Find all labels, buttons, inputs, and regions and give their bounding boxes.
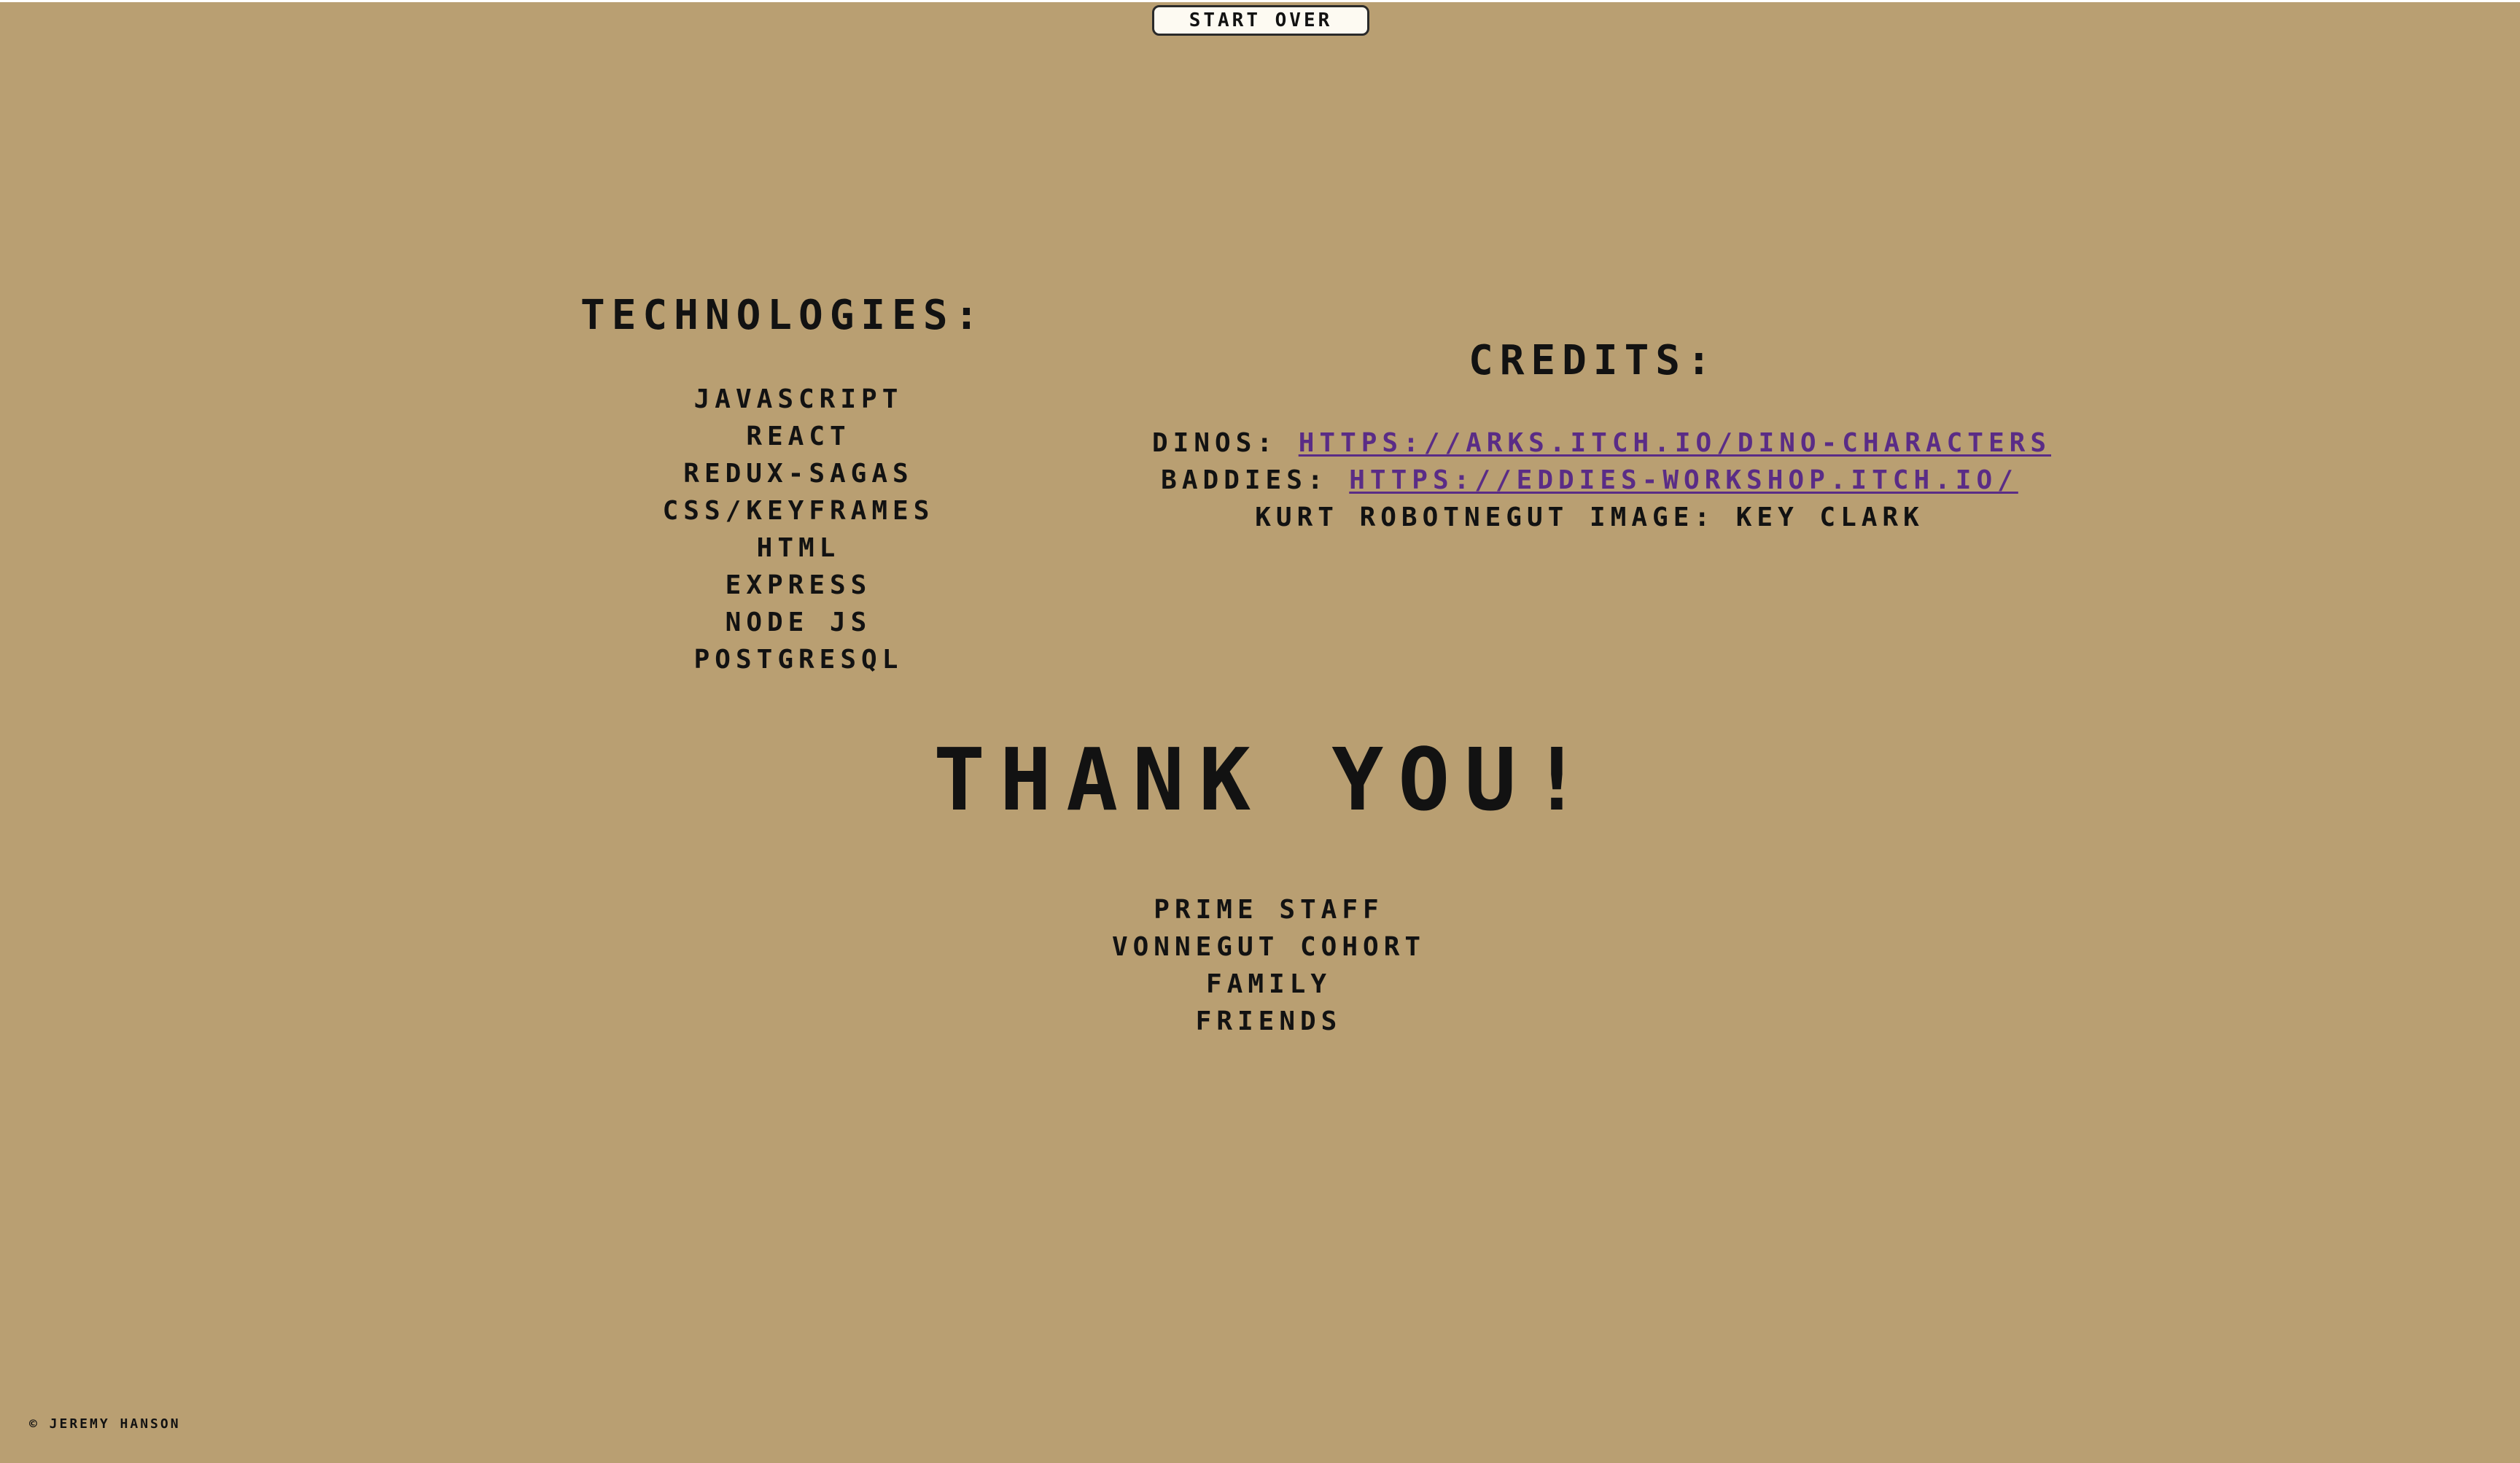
- start-over-button[interactable]: Start Over: [1152, 5, 1369, 36]
- top-edge-divider: [0, 0, 2520, 2]
- tech-item-express: Express: [725, 570, 872, 600]
- credit-dinos-label: Dinos:: [1152, 428, 1278, 458]
- credit-baddies: Baddies: https://eddies-workshop.itch.io…: [1152, 462, 2027, 499]
- thanks-item-prime-staff: Prime Staff: [1154, 895, 1384, 925]
- tech-item-postgresql: PostgreSQL: [693, 645, 903, 675]
- dinos-link[interactable]: https://arks.itch.io/dino-characters: [1299, 428, 2051, 458]
- tech-item-redux-sagas: Redux-Sagas: [683, 459, 914, 489]
- thanks-list: Prime Staff Vonnegut Cohort Family Frien…: [1050, 891, 1488, 1040]
- thanks-item-family: Family: [1205, 969, 1332, 999]
- credits-heading: Credits:: [1469, 337, 1718, 384]
- tech-item-javascript: JavaScript: [693, 384, 903, 414]
- thanks-item-friends: Friends: [1195, 1006, 1342, 1036]
- technologies-list: JavaScript React Redux-Sagas CSS/Keyfram…: [569, 381, 1028, 678]
- thanks-item-vonnegut-cohort: Vonnegut Cohort: [1111, 932, 1426, 962]
- tech-item-html: HTML: [756, 533, 841, 563]
- tech-item-react: React: [746, 422, 851, 451]
- baddies-link[interactable]: https://eddies-workshop.itch.io/: [1349, 465, 2018, 495]
- technologies-heading: Technologies:: [580, 292, 986, 339]
- credit-image: Kurt Robotnegut Image: Key Clark: [1255, 502, 1924, 532]
- copyright-text: © Jeremy Hanson: [29, 1416, 181, 1432]
- tech-item-node-js: Node JS: [725, 608, 872, 637]
- credit-baddies-label: Baddies:: [1161, 465, 1329, 495]
- credits-list: Dinos: https://arks.itch.io/dino-charact…: [1152, 424, 2046, 536]
- tech-item-css-keyframes: CSS/Keyframes: [662, 496, 935, 526]
- credit-dinos: Dinos: https://arks.itch.io/dino-charact…: [1152, 424, 2046, 462]
- thank-you-title: Thank You!: [933, 729, 1598, 830]
